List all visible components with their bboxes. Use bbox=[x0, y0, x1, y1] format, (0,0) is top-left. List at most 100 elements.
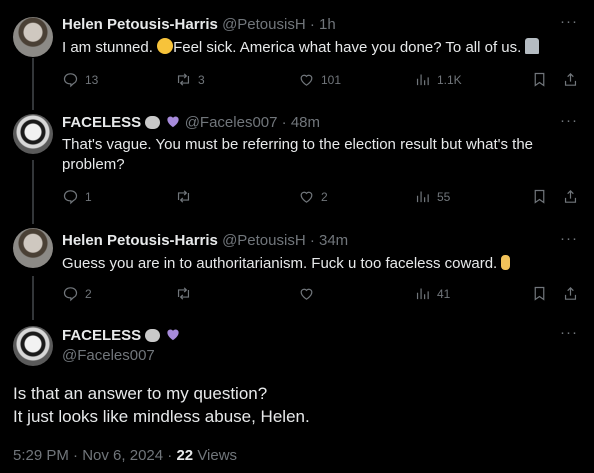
action-bar: 1 2 55 bbox=[62, 188, 580, 208]
timestamp[interactable]: 34m bbox=[319, 232, 348, 249]
tweet-text-part: Feel sick. America what have you done? T… bbox=[173, 39, 522, 56]
author-name[interactable]: Helen Petousis-Harris bbox=[62, 16, 218, 33]
share-icon bbox=[564, 189, 577, 203]
views-label: Views bbox=[197, 447, 238, 464]
repost-icon bbox=[177, 73, 190, 86]
like-icon bbox=[300, 288, 313, 300]
main-tweet-line: It just looks like mindless abuse, Helen… bbox=[13, 407, 310, 426]
views-button[interactable]: 41 bbox=[414, 285, 450, 302]
reply-count: 13 bbox=[85, 72, 99, 87]
avatar[interactable] bbox=[13, 17, 53, 57]
views-count: 55 bbox=[437, 189, 451, 204]
avatar[interactable] bbox=[13, 114, 53, 154]
share-icon bbox=[564, 72, 577, 86]
author-handle[interactable]: @Faceles007 bbox=[62, 346, 181, 366]
repost-button[interactable] bbox=[175, 188, 198, 205]
reply-button[interactable]: 1 bbox=[62, 188, 92, 205]
mouse-icon bbox=[145, 116, 161, 129]
timestamp[interactable]: 48m bbox=[291, 114, 320, 131]
post-date[interactable]: Nov 6, 2024 bbox=[82, 447, 163, 464]
views-icon bbox=[416, 191, 429, 203]
tweet-header: Helen Petousis-Harris @PetousisH · 34m bbox=[62, 232, 348, 250]
reply-icon bbox=[63, 287, 78, 302]
reply-count: 1 bbox=[85, 189, 92, 204]
main-tweet-header: FACELESS @Faceles007 bbox=[62, 326, 181, 366]
bookmark-icon bbox=[534, 72, 545, 87]
bookmark-button[interactable] bbox=[531, 285, 554, 302]
bookmark-button[interactable] bbox=[531, 188, 554, 205]
bookmark-icon bbox=[534, 286, 545, 301]
more-icon[interactable]: ··· bbox=[560, 13, 578, 30]
headstone-icon bbox=[525, 38, 540, 54]
author-name[interactable]: Helen Petousis-Harris bbox=[62, 232, 218, 249]
author-handle[interactable]: @PetousisH bbox=[222, 16, 306, 33]
post-time[interactable]: 5:29 PM bbox=[13, 447, 69, 464]
separator: · bbox=[309, 16, 315, 33]
tweet[interactable]: FACELESS @Faceles007 · 48m ··· That's va… bbox=[0, 110, 594, 222]
like-button[interactable] bbox=[298, 285, 321, 302]
repost-button[interactable]: 3 bbox=[175, 71, 205, 88]
like-count: 101 bbox=[321, 72, 342, 87]
reply-button[interactable]: 2 bbox=[62, 285, 92, 302]
timestamp[interactable]: 1h bbox=[319, 16, 336, 33]
share-button[interactable] bbox=[562, 188, 585, 205]
like-button[interactable]: 2 bbox=[298, 188, 328, 205]
like-icon bbox=[300, 191, 313, 203]
repost-button[interactable] bbox=[175, 285, 198, 302]
tweet[interactable]: Helen Petousis-Harris @PetousisH · 34m ·… bbox=[0, 222, 594, 318]
tweet-text: I am stunned. Feel sick. America what ha… bbox=[62, 38, 562, 58]
views-count: 41 bbox=[437, 286, 451, 301]
like-count: 2 bbox=[321, 189, 328, 204]
separator: · bbox=[167, 447, 173, 464]
reply-icon bbox=[63, 190, 78, 205]
reply-icon bbox=[63, 73, 78, 88]
middle-finger-icon bbox=[501, 255, 511, 270]
main-tweet-line: Is that an answer to my question? bbox=[13, 384, 268, 403]
more-icon[interactable]: ··· bbox=[560, 230, 578, 247]
reply-button[interactable]: 13 bbox=[62, 71, 98, 88]
author-handle[interactable]: @Faceles007 bbox=[185, 114, 278, 131]
tweet-header: Helen Petousis-Harris @PetousisH · 1h bbox=[62, 16, 336, 34]
purple-heart-icon bbox=[166, 329, 179, 341]
purple-heart-icon bbox=[166, 116, 179, 128]
tweet-text-part: Guess you are in to authoritarianism. Fu… bbox=[62, 255, 498, 272]
main-tweet: FACELESS @Faceles007 ··· Is that an answ… bbox=[0, 318, 594, 473]
views-count: 1.1K bbox=[437, 72, 462, 87]
separator: · bbox=[281, 114, 287, 131]
views-total: 22 bbox=[176, 447, 194, 464]
like-button[interactable]: 101 bbox=[298, 71, 341, 88]
author-name[interactable]: FACELESS bbox=[62, 114, 141, 131]
mouse-icon bbox=[145, 329, 161, 342]
views-button[interactable]: 55 bbox=[414, 188, 450, 205]
views-button[interactable]: 1.1K bbox=[414, 71, 462, 88]
views-icon bbox=[416, 288, 429, 300]
author-name[interactable]: FACELESS bbox=[62, 327, 141, 344]
views-icon bbox=[416, 74, 429, 86]
tweet[interactable]: Helen Petousis-Harris @PetousisH · 1h ··… bbox=[0, 0, 594, 110]
reply-count: 2 bbox=[85, 286, 92, 301]
share-icon bbox=[564, 286, 577, 300]
more-icon[interactable]: ··· bbox=[560, 324, 578, 341]
avatar[interactable] bbox=[13, 326, 53, 366]
tweet-meta: 5:29 PM · Nov 6, 2024 · 22 Views bbox=[13, 447, 237, 464]
tweet-header: FACELESS @Faceles007 · 48m bbox=[62, 114, 320, 132]
tweet-text: That's vague. You must be referring to t… bbox=[62, 136, 534, 173]
repost-icon bbox=[177, 287, 190, 300]
action-bar: 2 41 bbox=[62, 285, 580, 305]
separator: · bbox=[309, 232, 315, 249]
share-button[interactable] bbox=[562, 285, 585, 302]
share-button[interactable] bbox=[562, 71, 585, 88]
tweet-text-part: I am stunned. bbox=[62, 39, 153, 56]
like-icon bbox=[300, 74, 313, 86]
author-handle[interactable]: @PetousisH bbox=[222, 232, 306, 249]
tweet-text: Guess you are in to authoritarianism. Fu… bbox=[62, 254, 562, 274]
bookmark-icon bbox=[534, 189, 545, 204]
separator: · bbox=[73, 447, 79, 464]
bookmark-button[interactable] bbox=[531, 71, 554, 88]
avatar[interactable] bbox=[13, 228, 53, 268]
main-tweet-text: Is that an answer to my question? It jus… bbox=[13, 382, 310, 428]
action-bar: 13 3 101 1.1K bbox=[62, 71, 580, 91]
repost-icon bbox=[177, 190, 190, 203]
more-icon[interactable]: ··· bbox=[560, 112, 578, 129]
repost-count: 3 bbox=[198, 72, 205, 87]
